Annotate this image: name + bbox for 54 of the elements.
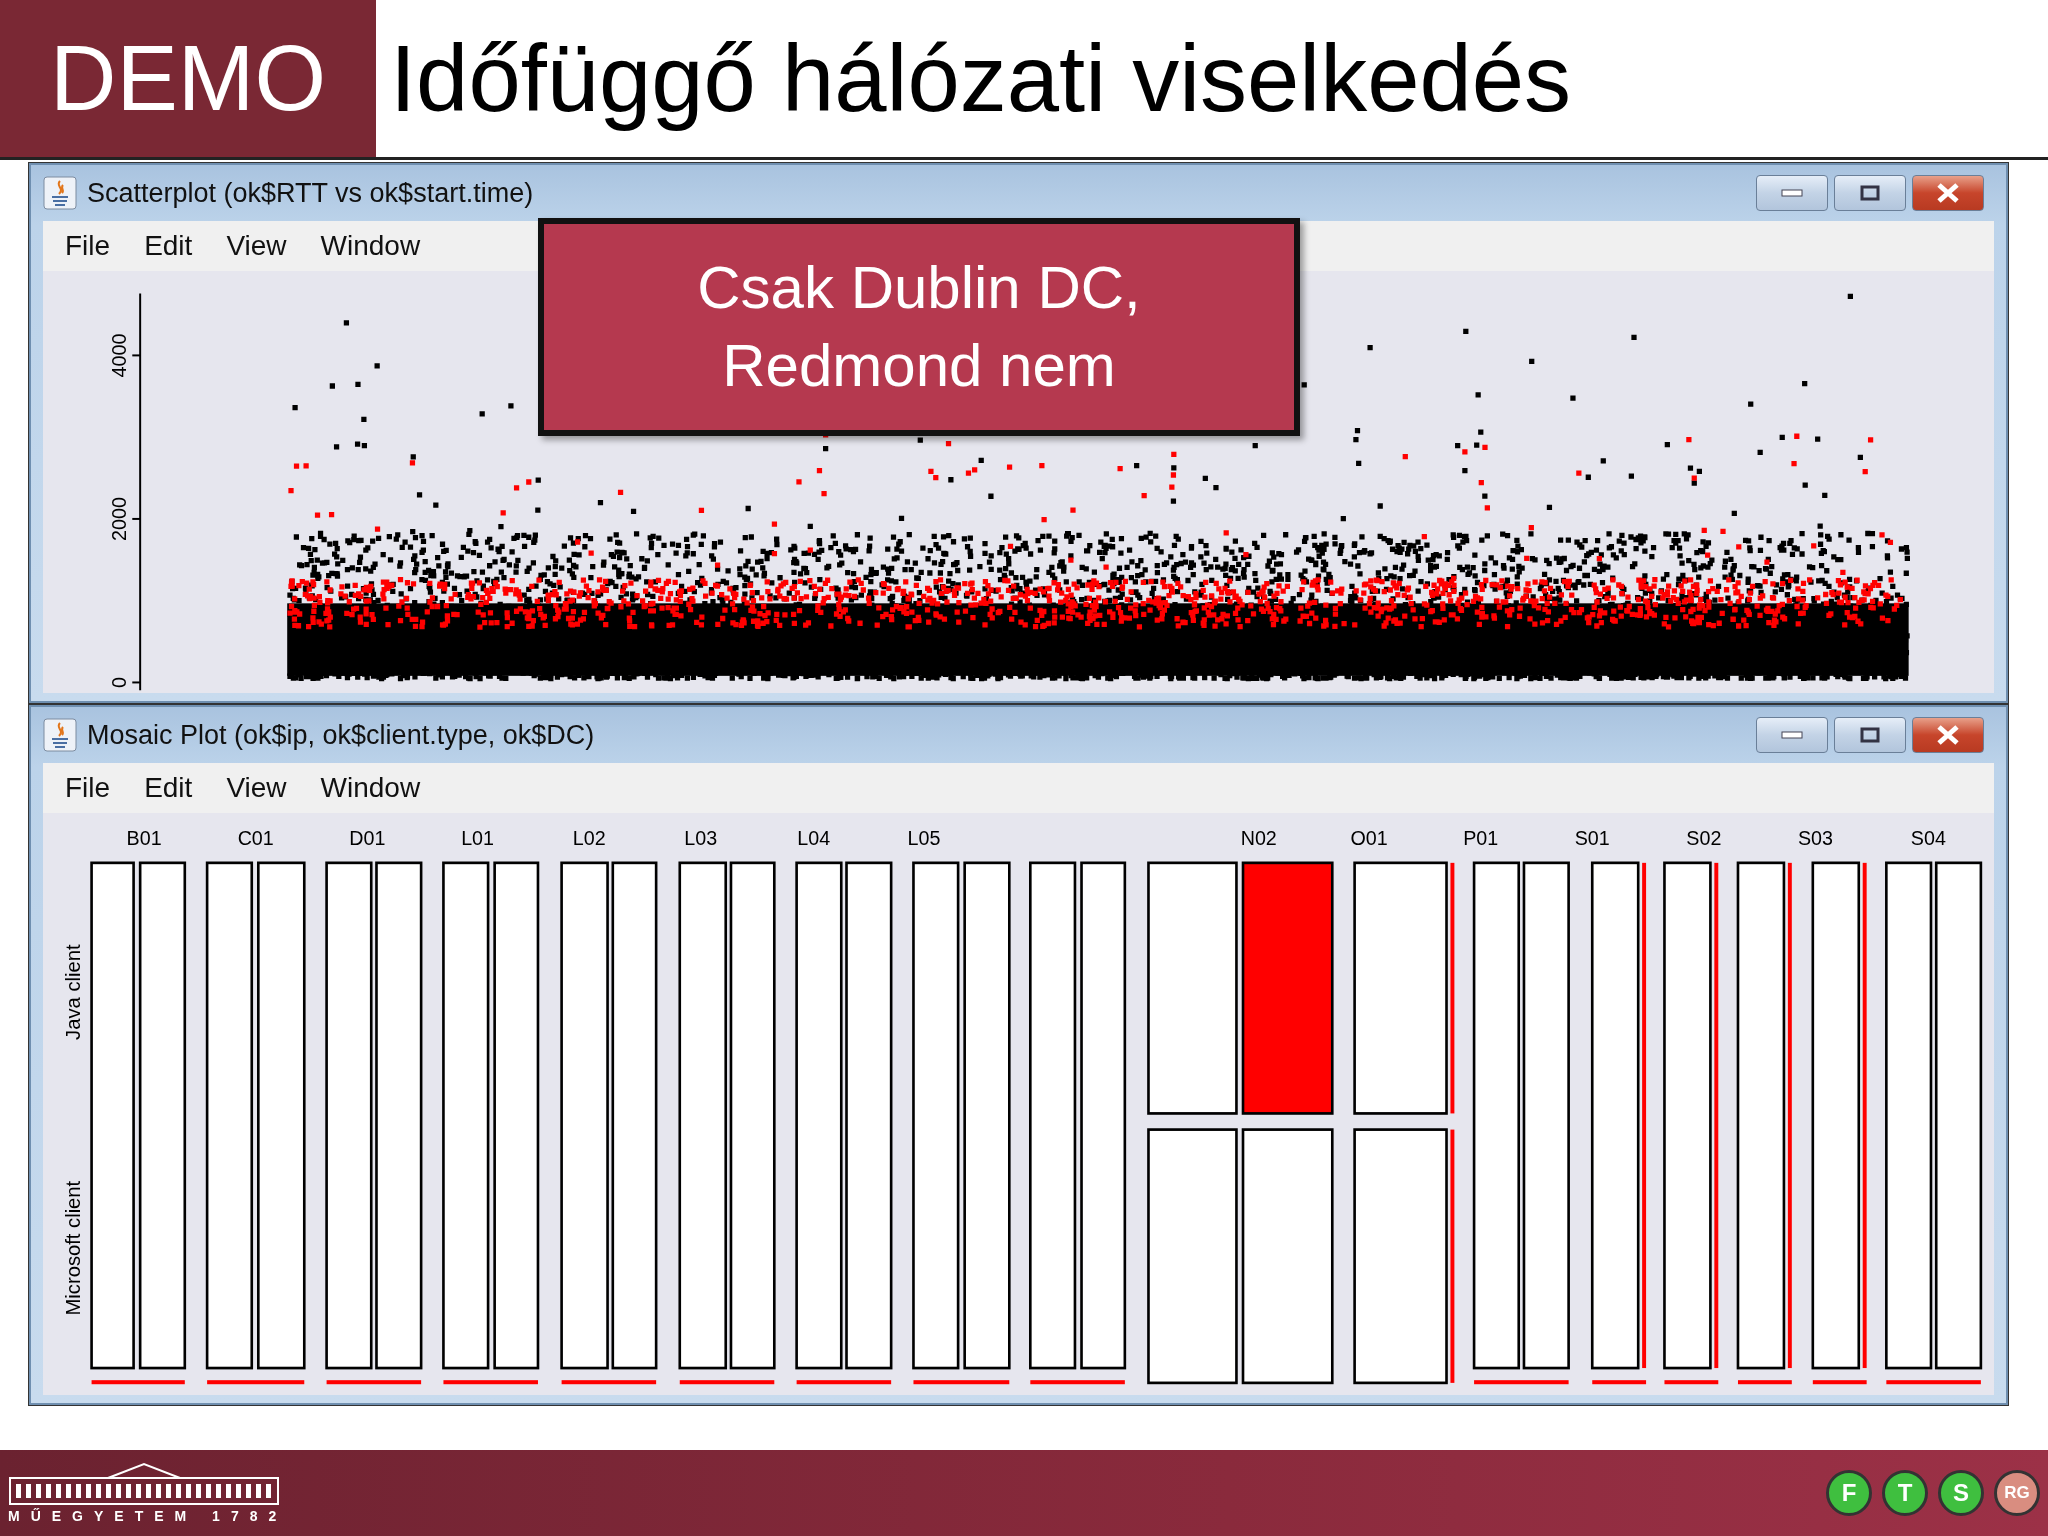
column-label: N02 — [1240, 827, 1277, 850]
column-label: O01 — [1350, 827, 1388, 850]
maximize-button[interactable] — [1834, 717, 1906, 753]
close-button[interactable] — [1912, 717, 1984, 753]
demo-badge: DEMO — [0, 0, 376, 157]
minimize-icon — [1781, 189, 1803, 197]
column-label: P01 — [1463, 827, 1499, 850]
column-label: L02 — [572, 827, 606, 850]
close-button[interactable] — [1912, 175, 1984, 211]
menu-item[interactable]: Edit — [144, 230, 193, 262]
menu-item[interactable]: Edit — [144, 772, 193, 804]
maximize-button[interactable] — [1834, 175, 1906, 211]
close-icon — [1936, 725, 1960, 745]
window-title: Scatterplot (ok$RTT vs ok$start.time) — [87, 177, 535, 209]
column-label: S02 — [1686, 827, 1722, 850]
row-label: Microsoft client — [62, 1180, 84, 1316]
column-label: L01 — [461, 827, 494, 850]
menu-item[interactable]: View — [226, 772, 287, 804]
callout-text: Redmond nem — [722, 331, 1116, 401]
axis-tick-label: 4000 — [107, 333, 130, 378]
column-label: C01 — [237, 827, 274, 850]
java-icon — [43, 718, 77, 752]
column-label: L04 — [797, 827, 831, 850]
window-title: Mosaic Plot (ok$ip, ok$client.type, ok$DC) — [87, 719, 596, 751]
minimize-button[interactable] — [1756, 717, 1828, 753]
java-icon — [43, 176, 77, 210]
maximize-icon — [1860, 185, 1880, 201]
menu-item[interactable]: File — [65, 230, 111, 262]
axis-tick-label: 0 — [107, 676, 130, 688]
column-label: S03 — [1797, 827, 1833, 850]
group-logo-letter: F — [1826, 1470, 1872, 1516]
maximize-icon — [1860, 727, 1880, 743]
row-label: Java client — [62, 944, 84, 1040]
column-label: S04 — [1910, 827, 1946, 850]
column-label: L05 — [907, 827, 941, 850]
group-logo-letter: RG — [1994, 1470, 2040, 1516]
column-label: L03 — [684, 827, 718, 850]
menu-item[interactable]: File — [65, 772, 111, 804]
minimize-icon — [1781, 731, 1803, 739]
column-label: B01 — [126, 827, 162, 850]
menu-item[interactable]: View — [226, 230, 287, 262]
slide-title: Időfüggő hálózati viselkedés — [389, 24, 1572, 133]
close-icon — [1936, 183, 1960, 203]
column-label: S01 — [1574, 827, 1610, 850]
minimize-button[interactable] — [1756, 175, 1828, 211]
group-logo-letter: S — [1938, 1470, 1984, 1516]
group-logo-letter: T — [1882, 1470, 1928, 1516]
university-name: MŰEGYETEM 1782 — [8, 1508, 288, 1524]
building-logo-icon — [8, 1462, 280, 1506]
callout-text: Csak Dublin DC, — [697, 253, 1141, 323]
axis-tick-label: 2000 — [107, 496, 130, 541]
menu-item[interactable]: Window — [320, 772, 421, 804]
menu-item[interactable]: Window — [320, 230, 421, 262]
column-label: D01 — [349, 827, 386, 850]
